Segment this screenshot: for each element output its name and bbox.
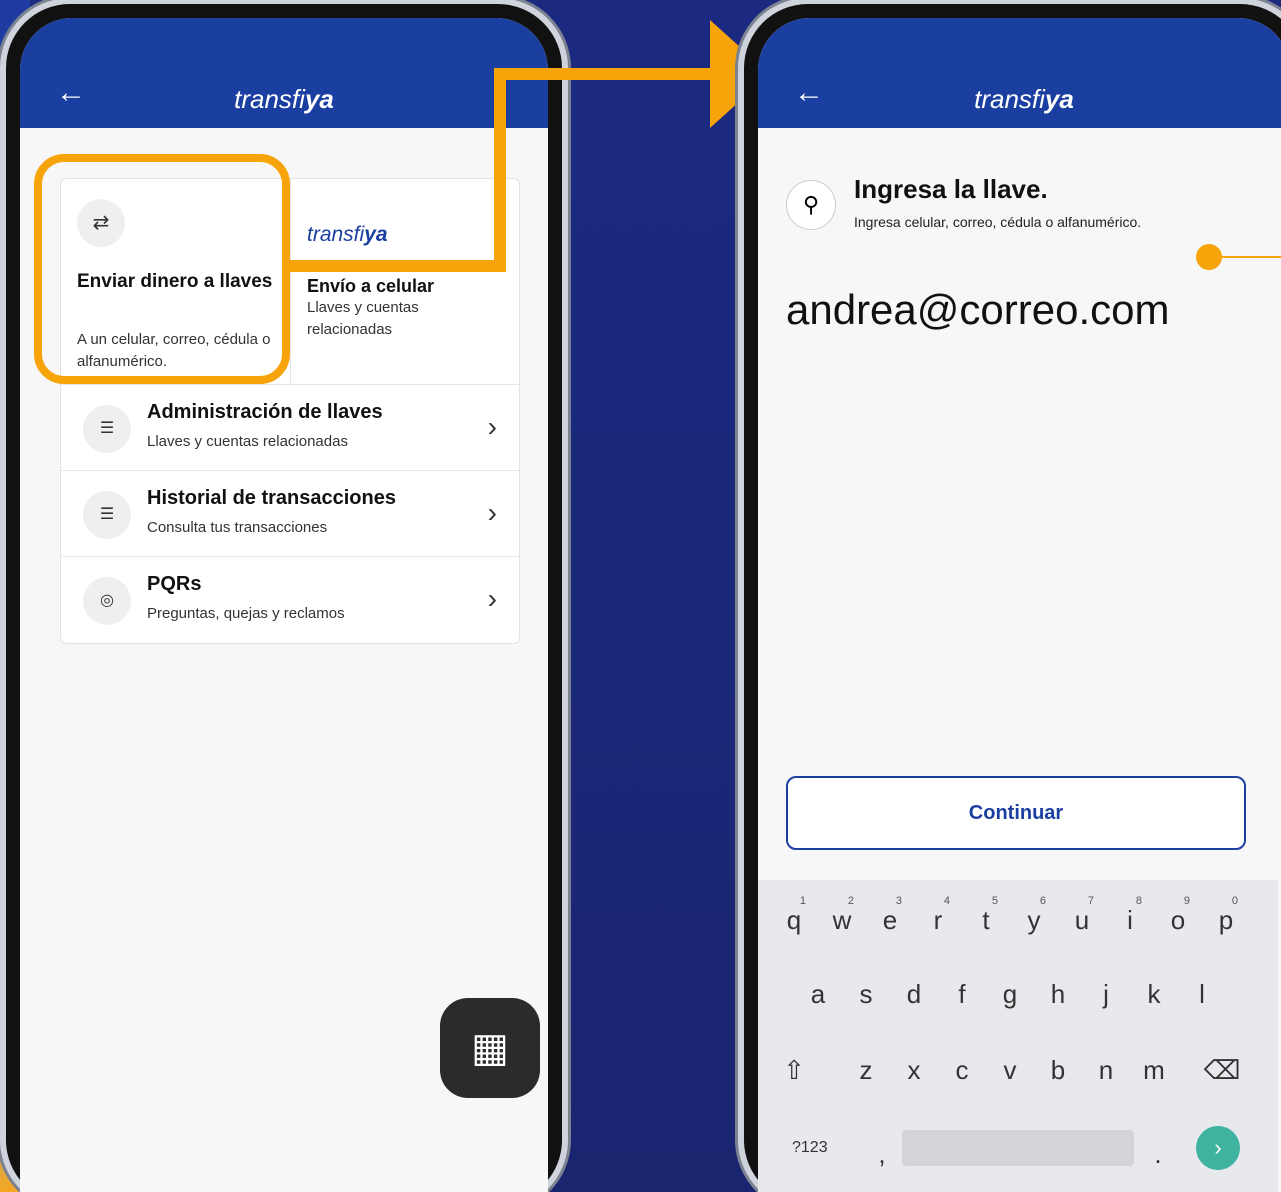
row-title: Administración de llaves — [147, 401, 383, 423]
symbols-key[interactable]: ?123 — [792, 1126, 828, 1170]
keyboard-row-3: ⇧ z x c v b n m ⌫ — [758, 1040, 1278, 1100]
key-h[interactable]: h — [1034, 964, 1082, 1024]
chevron-right-icon: › — [487, 411, 497, 442]
key-k[interactable]: k — [1130, 964, 1178, 1024]
key-n[interactable]: n — [1082, 1040, 1130, 1100]
key-j[interactable]: j — [1082, 964, 1130, 1024]
list-icon: ☰ — [83, 491, 131, 539]
tile-subtitle: Llaves y cuentas relacionadas — [307, 299, 419, 338]
phone-right: ← transfiya ⚲ Ingresa la llave. Ingresa … — [744, 4, 1281, 1192]
key-v[interactable]: v — [986, 1040, 1034, 1100]
row-title: Historial de transacciones — [147, 487, 396, 509]
key-r[interactable]: r4 — [914, 890, 962, 950]
key-s[interactable]: s — [842, 964, 890, 1024]
key-d[interactable]: d — [890, 964, 938, 1024]
virtual-keyboard: q1 w2 e3 r4 t5 y6 u7 i8 o9 p0 a s d f g … — [758, 880, 1278, 1192]
key-input[interactable]: andrea@correo.com — [786, 286, 1169, 334]
comma-key[interactable]: , — [858, 1124, 906, 1184]
app-header: ← transfiya — [758, 18, 1281, 128]
keyboard-row-4: ?123 , . › — [758, 1116, 1278, 1176]
row-subtitle: Llaves y cuentas relacionadas — [147, 433, 348, 450]
page-subtitle: Ingresa celular, correo, cédula o alfanu… — [854, 214, 1142, 230]
key-f[interactable]: f — [938, 964, 986, 1024]
key-t[interactable]: t5 — [962, 890, 1010, 950]
app-header: ← transfiya — [20, 18, 548, 128]
key-b[interactable]: b — [1034, 1040, 1082, 1100]
tile-send-to-phone[interactable]: transfiya Envío a celular Llaves y cuent… — [291, 179, 521, 385]
key-q[interactable]: q1 — [770, 890, 818, 950]
key-icon: ⚲ — [786, 180, 836, 230]
row-subtitle: Consulta tus transacciones — [147, 519, 328, 536]
keyboard-row-1: q1 w2 e3 r4 t5 y6 u7 i8 o9 p0 — [758, 890, 1278, 950]
qr-code-icon: ▦ — [471, 1026, 509, 1070]
page-title: Ingresa la llave. — [854, 174, 1048, 204]
row-pqrs[interactable]: ◎ PQRs Preguntas, quejas y reclamos › — [61, 557, 521, 643]
key-w[interactable]: w2 — [818, 890, 866, 950]
key-m[interactable]: m — [1130, 1040, 1178, 1100]
key-c[interactable]: c — [938, 1040, 986, 1100]
key-x[interactable]: x — [890, 1040, 938, 1100]
annotation-dot — [1196, 244, 1222, 270]
row-subtitle: Preguntas, quejas y reclamos — [147, 605, 345, 622]
key-y[interactable]: y6 — [1010, 890, 1058, 950]
headset-icon: ◎ — [83, 577, 131, 625]
screen-enter-key: ← transfiya ⚲ Ingresa la llave. Ingresa … — [758, 18, 1281, 1192]
chevron-right-icon: › — [487, 583, 497, 614]
transfiya-logo: transfiya — [974, 84, 1074, 114]
list-icon: ☰ — [83, 405, 131, 453]
backspace-key-icon[interactable]: ⌫ — [1198, 1040, 1246, 1100]
highlight-frame — [34, 154, 290, 384]
key-g[interactable]: g — [986, 964, 1034, 1024]
key-l[interactable]: l — [1178, 964, 1226, 1024]
key-u[interactable]: u7 — [1058, 890, 1106, 950]
key-i[interactable]: i8 — [1106, 890, 1154, 950]
shift-key-icon[interactable]: ⇧ — [770, 1040, 818, 1100]
key-a[interactable]: a — [794, 964, 842, 1024]
key-e[interactable]: e3 — [866, 890, 914, 950]
key-o[interactable]: o9 — [1154, 890, 1202, 950]
key-z[interactable]: z — [842, 1040, 890, 1100]
annotation-line — [1220, 256, 1281, 258]
go-key-icon[interactable]: › — [1196, 1126, 1240, 1170]
keyboard-row-2: a s d f g h j k l — [758, 964, 1278, 1024]
row-title: PQRs — [147, 573, 202, 595]
continue-button[interactable]: Continuar — [786, 776, 1246, 850]
qr-code-button[interactable]: ▦ — [440, 998, 540, 1098]
row-key-admin[interactable]: ☰ Administración de llaves Llaves y cuen… — [61, 385, 521, 471]
transfiya-logo: transfiya — [234, 84, 334, 114]
row-transaction-history[interactable]: ☰ Historial de transacciones Consulta tu… — [61, 471, 521, 557]
key-p[interactable]: p0 — [1202, 890, 1250, 950]
chevron-right-icon: › — [487, 497, 497, 528]
space-key[interactable] — [902, 1130, 1134, 1166]
period-key[interactable]: . — [1134, 1124, 1182, 1184]
transfiya-logo-small: transfiya — [307, 223, 388, 246]
